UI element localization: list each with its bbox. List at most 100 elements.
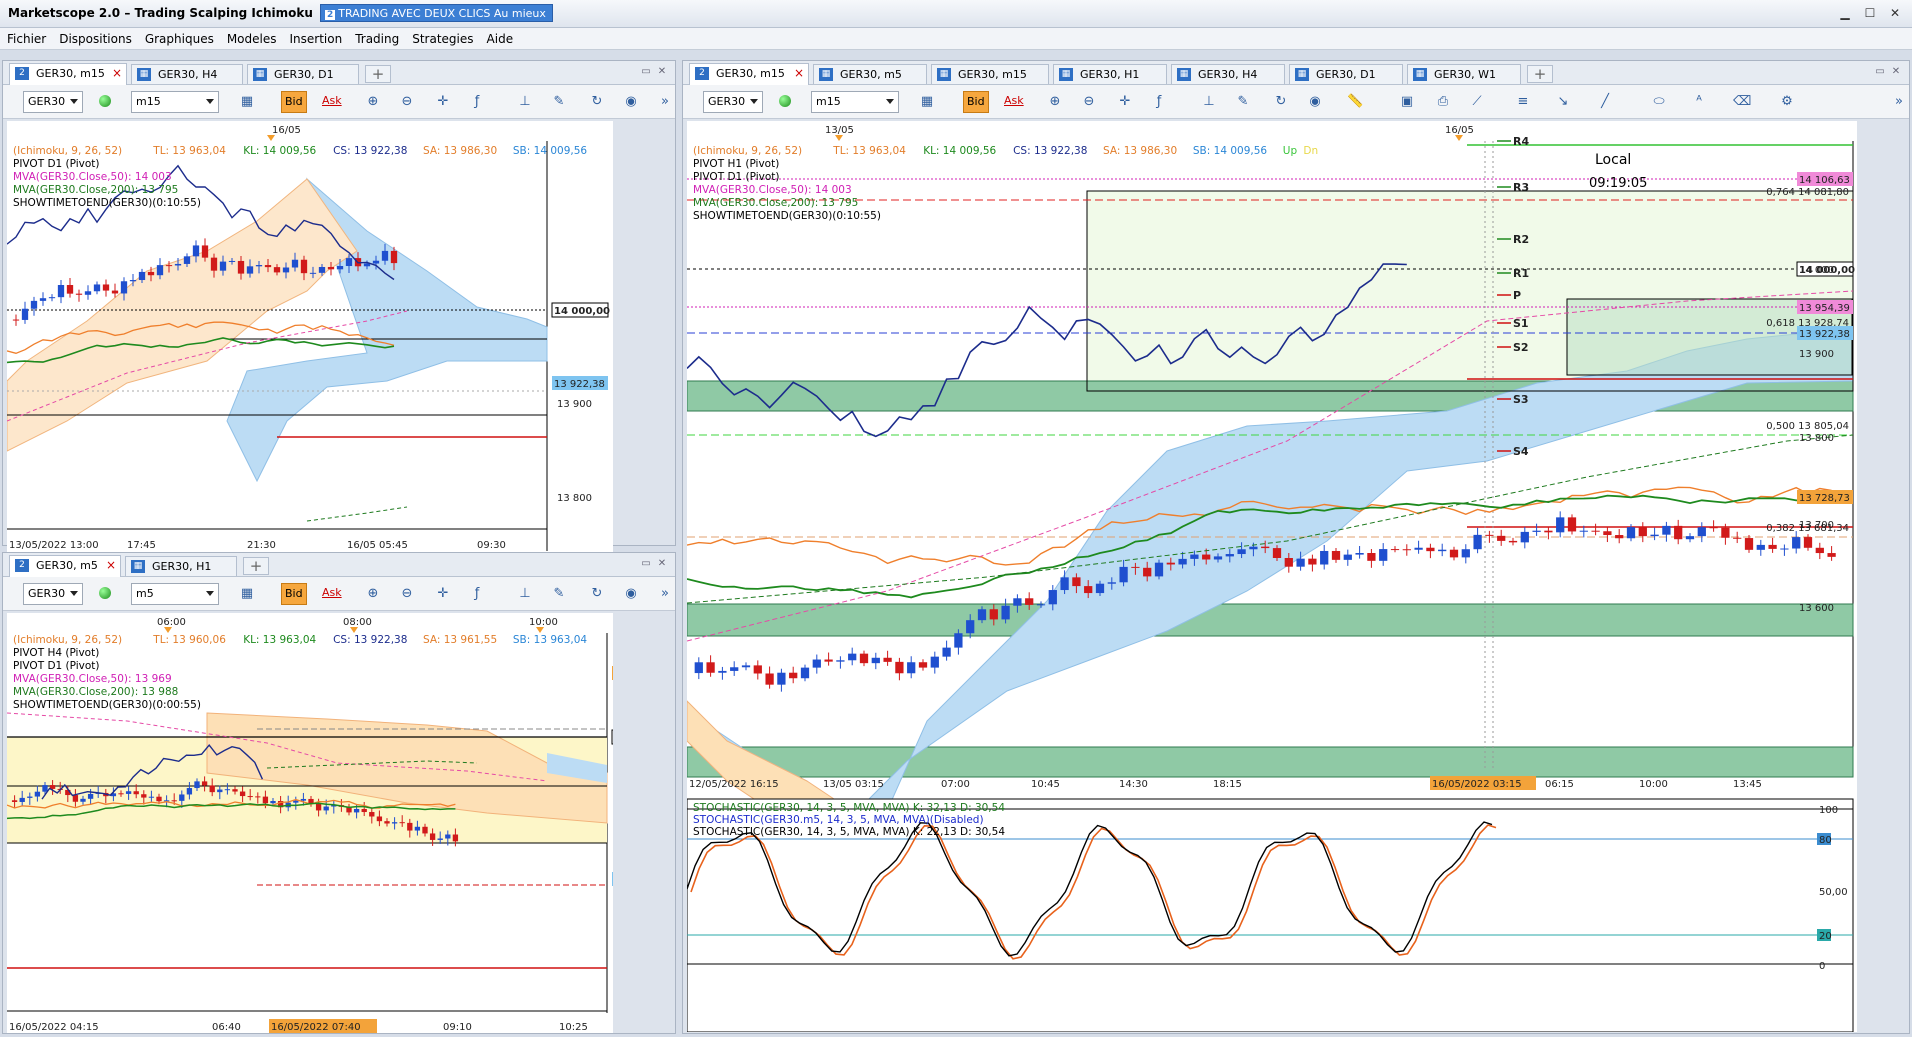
chart-type-icon[interactable]: ▦ bbox=[919, 94, 935, 110]
panel-close-icon[interactable]: ✕ bbox=[655, 558, 669, 570]
web-icon[interactable]: ◉ bbox=[1307, 94, 1323, 110]
trendline-icon[interactable]: ↘ bbox=[1555, 94, 1571, 110]
ask-button[interactable]: Ask bbox=[319, 583, 345, 605]
timeframe-select[interactable]: m15 bbox=[811, 91, 899, 113]
ask-button[interactable]: Ask bbox=[319, 91, 345, 113]
tab-ger30-m15[interactable]: 2 GER30, m15 × bbox=[9, 63, 127, 85]
tab-ger30-m15-2[interactable]: ▦ GER30, m15 bbox=[931, 64, 1049, 84]
chart-area[interactable]: 14 000,00 13 922,38 13 900 13 800 13/05/2022… bbox=[7, 121, 613, 561]
tab-ger30-d1[interactable]: ▦ GER30, D1 bbox=[247, 64, 359, 84]
text-tool-icon[interactable]: ᴬ bbox=[1691, 94, 1707, 110]
web-icon[interactable]: ◉ bbox=[623, 586, 639, 602]
refresh-icon[interactable]: ↻ bbox=[1273, 94, 1289, 110]
crosshair-icon[interactable]: ✛ bbox=[435, 586, 451, 602]
toolbar-more-icon[interactable]: » bbox=[657, 586, 673, 602]
price-candle bbox=[1213, 556, 1223, 560]
x-axis-label: 09:30 bbox=[477, 540, 506, 551]
refresh-icon[interactable]: ↻ bbox=[589, 94, 605, 110]
price-candle bbox=[224, 789, 231, 791]
tab-ger30-m15[interactable]: 2 GER30, m15 × bbox=[689, 63, 809, 85]
panel-minimize-icon[interactable]: ▭ bbox=[1873, 66, 1887, 78]
add-tab-button[interactable]: + bbox=[243, 557, 269, 575]
image-icon[interactable]: ▣ bbox=[1399, 94, 1415, 110]
add-tab-button[interactable]: + bbox=[1527, 65, 1553, 83]
menu-aide[interactable]: Aide bbox=[480, 28, 520, 46]
note-icon[interactable]: ✎ bbox=[551, 94, 567, 110]
minimize-icon[interactable]: ▁ bbox=[1834, 4, 1856, 22]
bid-button[interactable]: Bid bbox=[963, 91, 989, 113]
zoom-in-icon[interactable]: ⊕ bbox=[1047, 94, 1063, 110]
chart-area[interactable]: 14 046,7414 000,0013 922,3813 95013 9001… bbox=[7, 613, 613, 1033]
line-tool-icon[interactable]: ⊥ bbox=[517, 586, 533, 602]
crosshair-icon[interactable]: ✛ bbox=[1117, 94, 1133, 110]
strategy-icon[interactable]: ⚙ bbox=[1779, 94, 1795, 110]
note-icon[interactable]: ✎ bbox=[1235, 94, 1251, 110]
toolbar-more-icon[interactable]: » bbox=[657, 94, 673, 110]
timeframe-select[interactable]: m15 bbox=[131, 91, 219, 113]
panel-close-icon[interactable]: ✕ bbox=[1889, 66, 1903, 78]
tab-ger30-h1[interactable]: ▦ GER30, H1 bbox=[125, 556, 237, 576]
tab-ger30-w1[interactable]: ▦ GER30, W1 bbox=[1407, 64, 1521, 84]
print-icon[interactable]: ⎙ bbox=[1435, 94, 1451, 110]
menu-strategies[interactable]: Strategies bbox=[405, 28, 479, 46]
toolbar-more-icon[interactable]: » bbox=[1891, 94, 1907, 110]
menu-fichier[interactable]: Fichier bbox=[0, 28, 52, 46]
line-tool-icon[interactable]: ⊥ bbox=[517, 94, 533, 110]
fibonacci-icon[interactable]: ⟋ bbox=[1469, 94, 1485, 110]
symbol-select[interactable]: GER30 bbox=[703, 91, 763, 113]
maximize-icon[interactable]: ☐ bbox=[1859, 4, 1881, 22]
x-axis-label: 16/05 05:45 bbox=[347, 540, 408, 551]
ruler-icon[interactable]: 📏 bbox=[1347, 94, 1363, 110]
menu-dispositions[interactable]: Dispositions bbox=[52, 28, 138, 46]
zoom-in-icon[interactable]: ⊕ bbox=[365, 586, 381, 602]
zoom-in-icon[interactable]: ⊕ bbox=[365, 94, 381, 110]
crosshair-icon[interactable]: ✛ bbox=[435, 94, 451, 110]
draw-line-icon[interactable]: ╱ bbox=[1597, 94, 1613, 110]
tab-ger30-h4[interactable]: ▦ GER30, H4 bbox=[131, 64, 243, 84]
zoom-out-icon[interactable]: ⊖ bbox=[1081, 94, 1097, 110]
indicator-icon[interactable]: ƒ bbox=[469, 94, 485, 110]
indicator-icon[interactable]: ƒ bbox=[469, 586, 485, 602]
panel-minimize-icon[interactable]: ▭ bbox=[639, 558, 653, 570]
bid-button[interactable]: Bid bbox=[281, 91, 307, 113]
close-tab-icon[interactable]: × bbox=[794, 66, 804, 80]
price-candle bbox=[1202, 554, 1211, 560]
symbol-select[interactable]: GER30 bbox=[23, 583, 83, 605]
chart-type-icon[interactable]: ▦ bbox=[239, 94, 255, 110]
zoom-out-icon[interactable]: ⊖ bbox=[399, 94, 415, 110]
close-icon[interactable]: ✕ bbox=[1884, 4, 1906, 22]
symbol-select[interactable]: GER30 bbox=[23, 91, 83, 113]
panel-minimize-icon[interactable]: ▭ bbox=[639, 66, 653, 78]
note-icon[interactable]: ✎ bbox=[551, 586, 567, 602]
eraser-icon[interactable]: ⌫ bbox=[1733, 94, 1751, 110]
indicator-icon[interactable]: ƒ bbox=[1151, 94, 1167, 110]
chart-type-icon[interactable]: ▦ bbox=[239, 586, 255, 602]
tab-ger30-m5[interactable]: ▦ GER30, m5 bbox=[813, 64, 927, 84]
panels.top_left-legend-line: PIVOT D1 (Pivot) bbox=[13, 158, 100, 170]
ellipse-icon[interactable]: ⬭ bbox=[1651, 94, 1667, 110]
ask-button[interactable]: Ask bbox=[1001, 91, 1027, 113]
menu-graphiques[interactable]: Graphiques bbox=[138, 28, 220, 46]
bid-button[interactable]: Bid bbox=[281, 583, 307, 605]
panel-close-icon[interactable]: ✕ bbox=[655, 66, 669, 78]
menu-modeles[interactable]: Modeles bbox=[220, 28, 283, 46]
menu-trading[interactable]: Trading bbox=[348, 28, 405, 46]
timeframe-select[interactable]: m5 bbox=[131, 583, 219, 605]
price-candle bbox=[1709, 527, 1718, 529]
close-tab-icon[interactable]: × bbox=[106, 558, 116, 572]
tab-ger30-m5[interactable]: 2 GER30, m5 × bbox=[9, 555, 121, 577]
add-tab-button[interactable]: + bbox=[365, 65, 391, 83]
chart-area[interactable]: R4 R3 R2 R1 P S1 S2 S3 S4 0,764 14 081,80 0,618 13… bbox=[687, 121, 1857, 1032]
refresh-icon[interactable]: ↻ bbox=[589, 586, 605, 602]
promo-banner[interactable]: 2 TRADING AVEC DEUX CLICS Au mieux bbox=[320, 4, 553, 22]
price-candle bbox=[989, 609, 998, 620]
tab-ger30-h4[interactable]: ▦ GER30, H4 bbox=[1171, 64, 1285, 84]
line-tool-icon[interactable]: ⊥ bbox=[1201, 94, 1217, 110]
menu-insertion[interactable]: Insertion bbox=[283, 28, 349, 46]
levels-icon[interactable]: ≡ bbox=[1515, 94, 1531, 110]
tab-ger30-h1[interactable]: ▦ GER30, H1 bbox=[1053, 64, 1167, 84]
close-tab-icon[interactable]: × bbox=[112, 66, 122, 80]
tab-ger30-d1[interactable]: ▦ GER30, D1 bbox=[1289, 64, 1403, 84]
web-icon[interactable]: ◉ bbox=[623, 94, 639, 110]
zoom-out-icon[interactable]: ⊖ bbox=[399, 586, 415, 602]
